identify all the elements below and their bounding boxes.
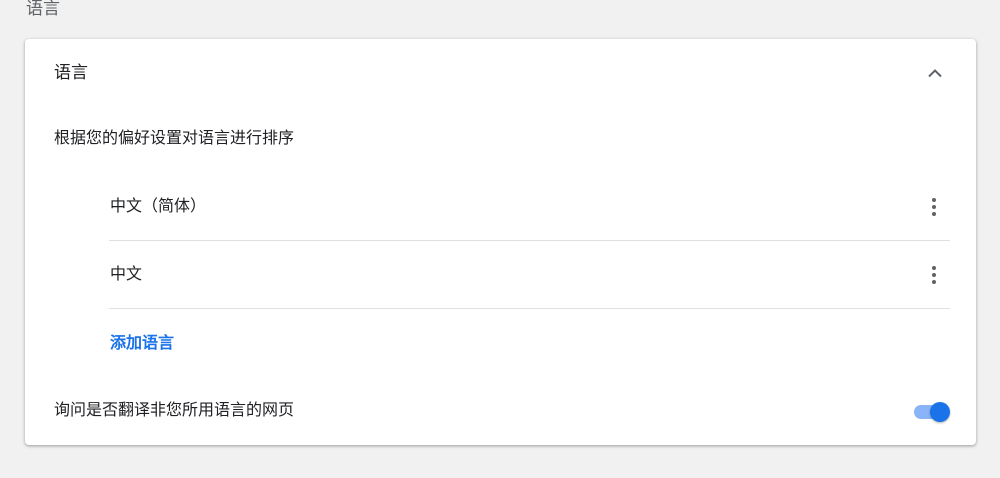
collapse-button[interactable] <box>921 59 949 87</box>
chevron-up-icon <box>928 69 942 78</box>
language-menu-button[interactable] <box>930 262 938 288</box>
languages-card: 语言 根据您的偏好设置对语言进行排序 中文（简体） 中文 添加语言 询问是否翻译… <box>25 39 976 445</box>
more-vert-icon <box>932 266 936 284</box>
card-header-label: 语言 <box>54 63 88 83</box>
language-list: 中文（简体） 中文 <box>109 173 950 309</box>
translate-prompt-toggle[interactable] <box>912 402 950 422</box>
language-name: 中文 <box>110 264 143 283</box>
section-title: 语言 <box>26 0 60 19</box>
sort-description: 根据您的偏好设置对语言进行排序 <box>54 128 295 147</box>
language-name: 中文（简体） <box>110 196 207 215</box>
add-language-button[interactable]: 添加语言 <box>110 332 174 354</box>
card-header[interactable]: 语言 <box>25 39 976 107</box>
more-vert-icon <box>932 198 936 216</box>
translate-prompt-label: 询问是否翻译非您所用语言的网页 <box>54 400 295 419</box>
toggle-knob <box>930 402 950 422</box>
language-menu-button[interactable] <box>930 194 938 220</box>
language-item: 中文（简体） <box>109 173 950 241</box>
language-item: 中文 <box>109 241 950 309</box>
